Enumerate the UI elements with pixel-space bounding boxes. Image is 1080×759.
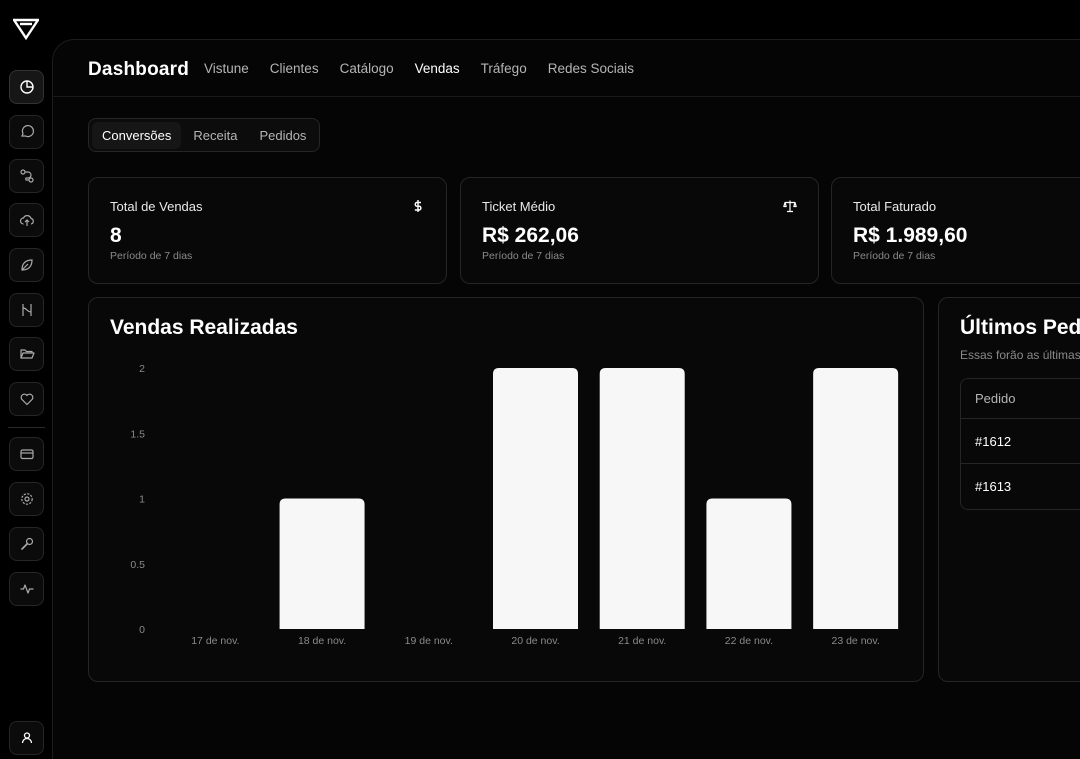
x-tick-label: 23 de nov. (832, 635, 880, 647)
stat-card-total-faturado: Total Faturado R$ 1.989,60 Período de 7 … (831, 177, 1080, 284)
orders-table: Pedido #1612 #1613 (960, 378, 1080, 510)
orders-subtitle: Essas forão as últimas (960, 348, 1080, 362)
stat-period: Período de 7 dias (110, 250, 193, 262)
stat-period: Período de 7 dias (482, 250, 565, 262)
pie-chart-icon (19, 80, 34, 94)
nav-settings[interactable] (9, 482, 44, 516)
page-title: Dashboard (88, 59, 190, 80)
y-tick-label: 0.5 (130, 559, 145, 571)
paths-icon (21, 304, 32, 316)
stat-title: Ticket Médio (482, 199, 556, 214)
sales-bar-chart: 2 1.5 1 0.5 0 17 de nov. 18 de nov. 19 de nov. 2… (130, 363, 899, 647)
user-icon (21, 732, 32, 744)
stat-period: Período de 7 dias (853, 250, 936, 262)
y-tick-label: 2 (139, 363, 145, 375)
stat-value: R$ 1.989,60 (853, 224, 968, 247)
bar[interactable] (813, 368, 899, 629)
nav-paths[interactable] (9, 293, 44, 327)
nav-heart[interactable] (9, 382, 44, 416)
nav-link-vendas[interactable]: Vendas (415, 61, 460, 76)
top-nav-bar: Dashboard Vistune Clientes Catálogo Vend… (53, 40, 1080, 97)
nav-credit-card[interactable] (9, 437, 44, 471)
stat-card-total-vendas: Total de Vendas 8 Período de 7 dias (88, 177, 447, 284)
stat-card-ticket-medio: Ticket Médio R$ 262,06 Período de 7 dias (460, 177, 819, 284)
orders-title: Últimos Pedidos (960, 316, 1080, 339)
stat-title: Total Faturado (853, 199, 937, 214)
scale-icon (783, 200, 797, 213)
sidebar-divider (8, 427, 45, 428)
nav-link-clientes[interactable]: Clientes (270, 61, 319, 76)
tab-pedidos[interactable]: Pedidos (249, 122, 316, 149)
nav-leaf[interactable] (9, 248, 44, 282)
stat-value: 8 (110, 224, 122, 247)
nav-profile[interactable] (9, 721, 44, 755)
nav-link-trafego[interactable]: Tráfego (481, 61, 527, 76)
settings-icon (20, 493, 33, 505)
credit-card-icon (19, 449, 34, 460)
app-root: Dashboard Vistune Clientes Catálogo Vend… (0, 0, 1080, 759)
nav-link-redes-sociais[interactable]: Redes Sociais (548, 61, 634, 76)
bar[interactable] (493, 368, 578, 629)
y-tick-label: 1 (139, 494, 145, 506)
x-tick-label: 19 de nov. (405, 635, 453, 647)
stat-value: R$ 262,06 (482, 224, 579, 247)
bar[interactable] (706, 498, 792, 630)
heart-icon (20, 393, 33, 406)
x-tick-label: 17 de nov. (191, 635, 239, 647)
nav-link-catalogo[interactable]: Catálogo (340, 61, 394, 76)
leaf-icon (20, 259, 33, 271)
brand-logo[interactable] (13, 18, 39, 40)
tab-conversoes[interactable]: Conversões (92, 121, 182, 149)
tab-receita[interactable]: Receita (183, 122, 247, 149)
order-row[interactable]: #1613 (961, 464, 1080, 509)
folder-open-icon (19, 349, 35, 359)
wrench-icon (20, 537, 33, 550)
nav-link-vistune[interactable]: Vistune (204, 61, 249, 76)
x-tick-label: 21 de nov. (618, 635, 666, 647)
bar[interactable] (279, 498, 365, 630)
sales-chart-card: Vendas Realizadas 2 1.5 1 0.5 0 17 de nov. 18 … (88, 297, 924, 682)
recent-orders-card: Últimos Pedidos Essas forão as últimas P… (938, 297, 1080, 682)
nav-wrench[interactable] (9, 527, 44, 561)
y-tick-label: 0 (139, 624, 145, 636)
main-panel: Dashboard Vistune Clientes Catálogo Vend… (52, 39, 1080, 759)
x-tick-label: 18 de nov. (298, 635, 346, 647)
x-tick-label: 22 de nov. (725, 635, 773, 647)
subtab-bar: Conversões Receita Pedidos (88, 118, 321, 152)
chat-icon (20, 124, 34, 138)
nav-pie-chart[interactable] (9, 70, 44, 104)
y-tick-label: 1.5 (130, 428, 145, 440)
nav-folder[interactable] (9, 337, 44, 371)
cloud-upload-icon (19, 215, 34, 226)
order-row[interactable]: #1612 (961, 419, 1080, 464)
dollar-icon (414, 200, 422, 212)
nav-chat[interactable] (9, 115, 44, 149)
sidebar (0, 0, 52, 759)
orders-header: Pedido (961, 379, 1080, 419)
stat-title: Total de Vendas (110, 199, 203, 214)
x-tick-label: 20 de nov. (511, 635, 559, 647)
route-icon (19, 169, 34, 183)
top-nav: Vistune Clientes Catálogo Vendas Tráfego… (204, 61, 634, 76)
activity-icon (20, 584, 33, 594)
nav-cloud-upload[interactable] (9, 203, 44, 237)
bar[interactable] (599, 368, 685, 629)
nav-route[interactable] (9, 159, 44, 193)
nav-activity[interactable] (9, 572, 44, 606)
